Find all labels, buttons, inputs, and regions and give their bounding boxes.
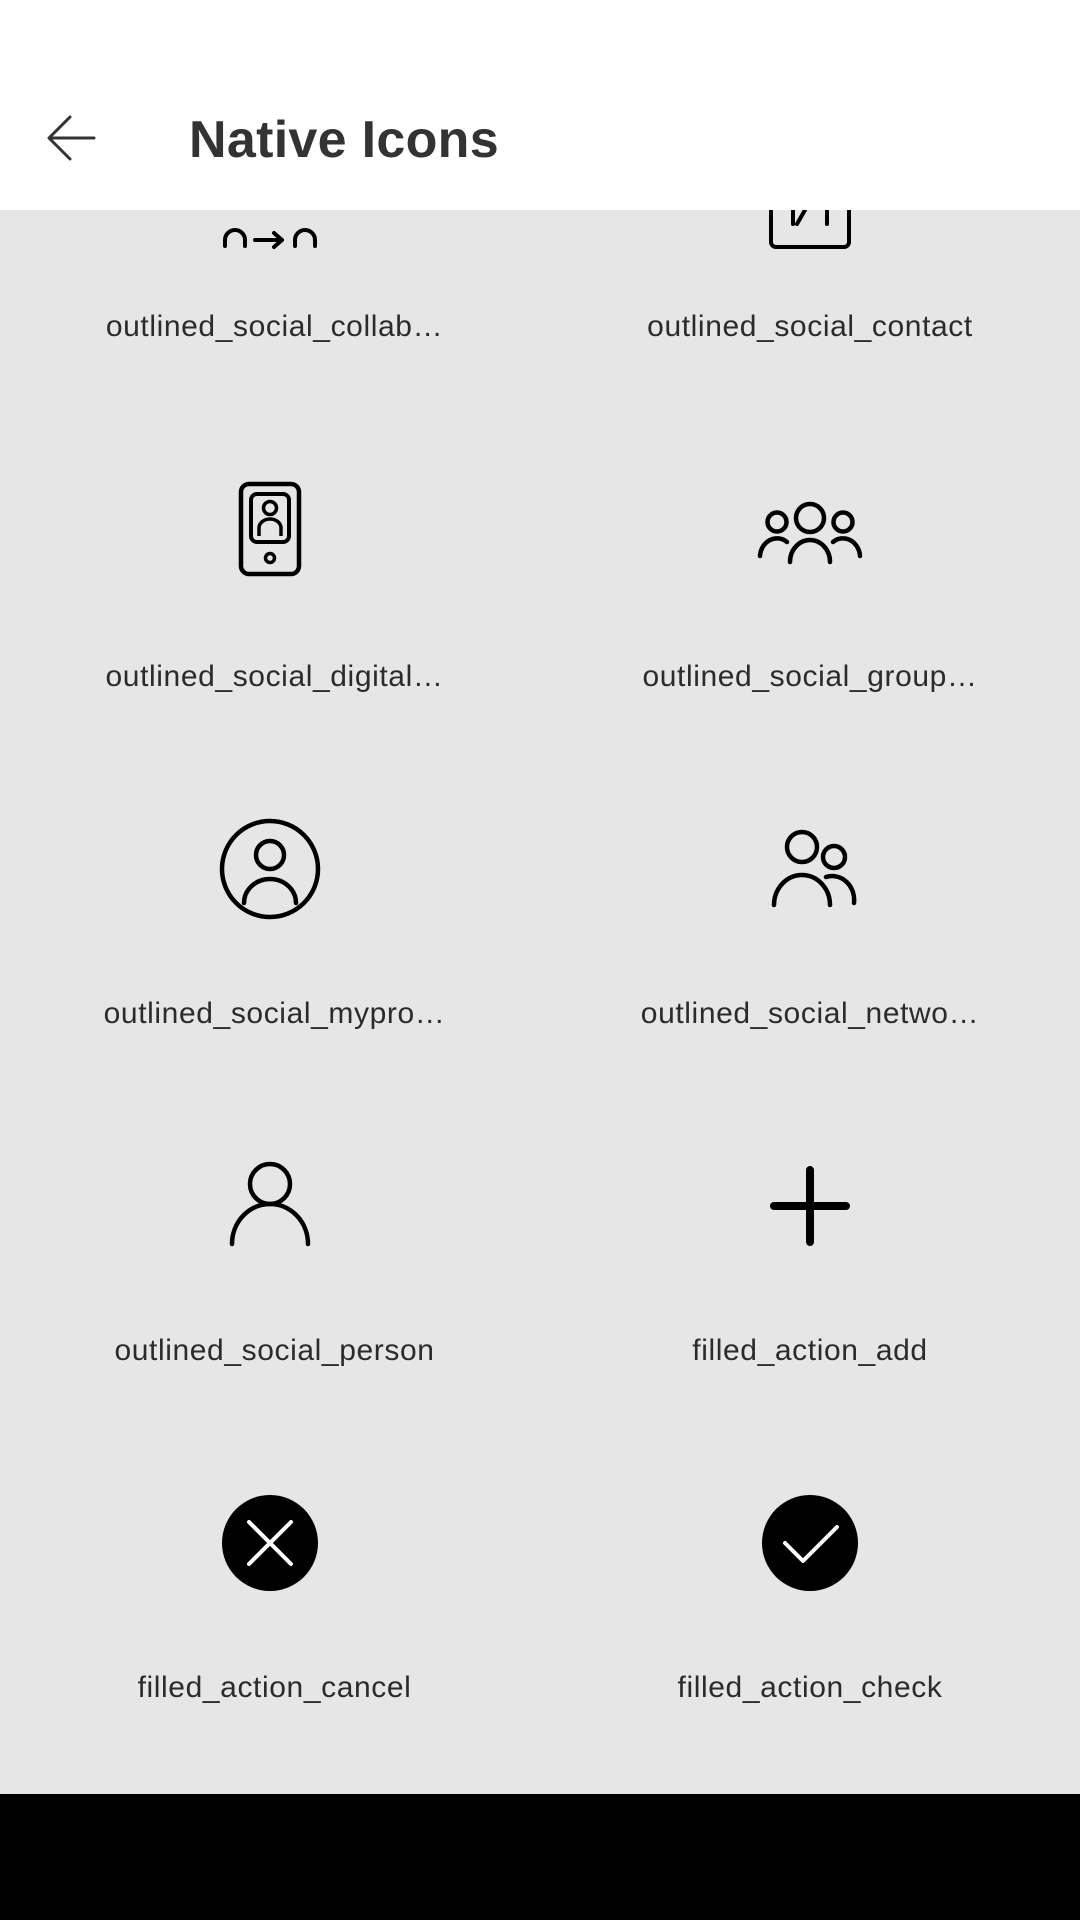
icon-tile-digital[interactable]: outlined_social_digital… <box>0 480 540 817</box>
group-icon <box>757 501 863 565</box>
page-title: Native Icons <box>189 111 499 169</box>
check-icon <box>762 1495 858 1591</box>
icon-grid[interactable]: outlined_social_collab… outlined_social_… <box>0 210 1080 1794</box>
network-icon <box>771 829 857 908</box>
icon-tile-check[interactable]: filled_action_check <box>540 1491 1080 1794</box>
icon-label: outlined_social_group… <box>642 660 978 693</box>
icon-label: filled_action_add <box>692 1334 928 1367</box>
icon-tile-cancel[interactable]: filled_action_cancel <box>0 1491 540 1794</box>
icon-tile-group[interactable]: outlined_social_group… <box>540 480 1080 817</box>
icon-tile-myprofile[interactable]: outlined_social_mypro… <box>0 817 540 1154</box>
icon-label: filled_action_cancel <box>137 1671 412 1704</box>
icon-tile-network[interactable]: outlined_social_netwo… <box>540 817 1080 1154</box>
icon-label: outlined_social_mypro… <box>103 997 446 1030</box>
system-navigation-bar <box>0 1794 1080 1920</box>
arrow-left-icon <box>47 115 96 161</box>
collaboration-icon <box>223 228 317 249</box>
icon-label: filled_action_check <box>677 1671 943 1704</box>
add-icon <box>770 1166 850 1246</box>
icon-label: outlined_social_netwo… <box>640 997 980 1030</box>
icon-label: outlined_social_digital… <box>105 660 444 693</box>
person-icon <box>229 1161 311 1247</box>
icon-label: outlined_social_collab… <box>105 310 444 343</box>
cancel-icon <box>222 1495 318 1591</box>
back-button[interactable] <box>30 96 114 180</box>
icon-tile-add[interactable]: filled_action_add <box>540 1154 1080 1491</box>
digital-id-phone-icon <box>238 481 302 577</box>
contact-icon <box>769 210 851 249</box>
icon-label: outlined_social_contact <box>647 310 973 343</box>
icon-label: outlined_social_person <box>114 1334 435 1367</box>
icon-tile-person[interactable]: outlined_social_person <box>0 1154 540 1491</box>
app-bar: Native Icons <box>0 0 1080 210</box>
my-profile-icon <box>219 818 321 920</box>
